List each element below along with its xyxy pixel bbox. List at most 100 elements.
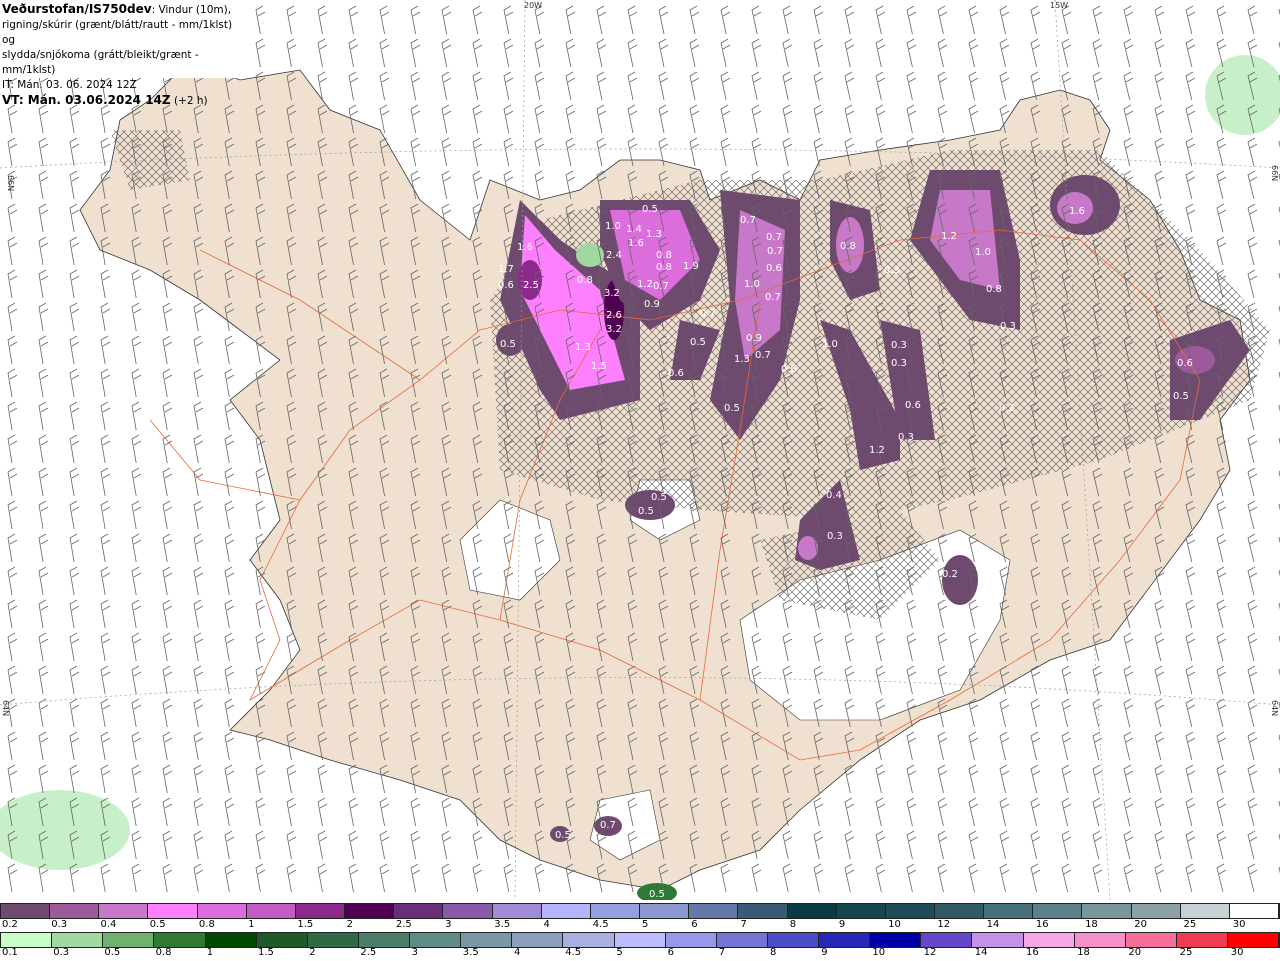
legend-swatch: [148, 904, 198, 918]
legend-label: 2.5: [395, 919, 412, 930]
legend-swatch: [767, 933, 819, 947]
precip-value-label: 1.4: [626, 224, 642, 235]
precip-value-label: 2.4: [606, 250, 622, 261]
precip-value-label: 2.6: [606, 310, 622, 321]
precip-value-label: 1.7: [498, 264, 514, 275]
legend-swatch: [99, 904, 149, 918]
precip-value-label: 0.5: [690, 337, 706, 348]
precip-value-label: 0.3: [891, 340, 907, 351]
precip-value-label: 0.6: [905, 400, 921, 411]
legend-swatch: [345, 904, 395, 918]
issue-time: IT: Mán. 03. 06. 2024 12Z: [2, 79, 137, 91]
legend-swatch: [492, 904, 542, 918]
lon-label-15w: 15W: [1050, 1, 1068, 10]
precip-value-label: 0.3: [827, 531, 843, 542]
precip-value-label: 0.3: [884, 265, 900, 276]
lat-label-66n-left: 66N: [6, 175, 15, 191]
valid-time: VT: Mán. 03.06.2024 14Z: [2, 93, 171, 107]
snow-scale-bar: [0, 903, 1280, 919]
rain-scale-bar: [0, 932, 1280, 948]
precip-value-label: 0.2: [999, 403, 1015, 414]
legend-swatch: [205, 933, 257, 947]
legend-label: 18: [1085, 919, 1098, 930]
legend-label: 2: [309, 947, 316, 958]
description: : Vindur (10m),: [151, 4, 232, 16]
legend-label: 4: [514, 947, 521, 958]
legend-label: 20: [1128, 947, 1142, 958]
legend-label: 9: [821, 947, 828, 958]
legend-swatch: [1, 904, 51, 918]
precip-value-label: 0.2: [942, 569, 958, 580]
legend-swatch: [1023, 933, 1075, 947]
precip-value-label: 1.6: [1069, 206, 1085, 217]
legend-label: 0.5: [149, 919, 166, 930]
legend-label: 0.8: [198, 919, 215, 930]
legend-label: 0.3: [51, 919, 68, 930]
legend-swatch: [738, 904, 788, 918]
precip-value-label: 0.9: [644, 299, 660, 310]
description-line3: slydda/snjókoma (grátt/bleikt/grænt - mm…: [2, 49, 199, 76]
legend-swatch: [1125, 933, 1177, 947]
precip-value-label: 1.3: [646, 229, 662, 240]
legend-label: 10: [872, 947, 886, 958]
legend-swatch: [512, 933, 564, 947]
lon-label-20w: 20W: [524, 1, 542, 10]
legend-swatch: [787, 904, 837, 918]
legend-swatch: [410, 933, 462, 947]
legend-swatch: [197, 904, 247, 918]
snow-scale-labels: 0.2 0.3 0.4 0.5 0.8 1 1.5 2 2.5 3 3.5 4 4.5 5 6 7 8 9 10 12…: [0, 919, 1280, 933]
precip-value-label: 0.6: [1177, 358, 1193, 369]
precip-value-label: 0.6: [781, 364, 797, 375]
legend-swatch: [716, 933, 768, 947]
legend-label: 5: [616, 947, 623, 958]
legend-label: 12: [923, 947, 937, 958]
legend-label: 3.5: [494, 919, 511, 930]
precip-value-label: 0.4: [826, 490, 842, 501]
precip-value-label: 0.5: [724, 403, 740, 414]
legend-swatch: [1131, 904, 1181, 918]
legend-swatch: [836, 904, 886, 918]
precip-value-label: 0.3: [1000, 321, 1016, 332]
precip-value-label: 1.3: [734, 354, 750, 365]
legend-swatch: [394, 904, 444, 918]
legend-swatch: [590, 904, 641, 918]
legend-swatch: [1033, 904, 1083, 918]
precip-value-label: 1.5: [591, 361, 607, 372]
precip-value-label: 1.6: [628, 238, 644, 249]
precip-value-label: 0.7: [653, 281, 669, 292]
precip-value-label: 0.6: [498, 280, 514, 291]
precip-value-label: 0.6: [668, 368, 684, 379]
legend-label: 4.5: [592, 919, 609, 930]
legend-label: 8: [770, 947, 777, 958]
lead-time: (+2 h): [173, 95, 208, 107]
legend-label: 10: [888, 919, 901, 930]
precip-value-label: 1.0: [975, 247, 991, 258]
legend-label: 30: [1230, 947, 1244, 958]
legend-label: 30: [1232, 919, 1246, 930]
legend-swatch: [443, 904, 493, 918]
lat-label-66n-right: 66N: [1270, 165, 1279, 181]
legend-label: 2: [346, 919, 353, 930]
legend-swatch: [984, 904, 1034, 918]
precip-value-label: 0.8: [656, 250, 672, 261]
legend-swatch: [246, 904, 296, 918]
precip-value-label: 1.9: [683, 261, 699, 272]
precip-value-label: 1.0: [744, 279, 760, 290]
precip-value-label: 0.5: [651, 492, 667, 503]
precip-value-label: 0.5: [500, 339, 516, 350]
legend-swatch: [689, 904, 739, 918]
legend-label: 18: [1077, 947, 1090, 958]
legend-label: 16: [1035, 919, 1049, 930]
source-title: Veðurstofan/IS750dev: [2, 2, 152, 16]
legend-label: 3: [445, 919, 452, 930]
legend-label: 1: [206, 947, 214, 958]
precip-value-label: 0.7: [700, 308, 716, 319]
legend-label: 0.1: [2, 947, 18, 958]
precip-value-label: 3.2: [606, 324, 622, 335]
precip-value-label: 0.5: [642, 204, 658, 215]
legend-swatch: [50, 904, 100, 918]
precip-value-label: 0.8: [577, 275, 593, 286]
legend-label: 6: [667, 947, 674, 958]
legend-label: 0.3: [53, 947, 70, 958]
legend-label: 0.2: [2, 919, 18, 930]
